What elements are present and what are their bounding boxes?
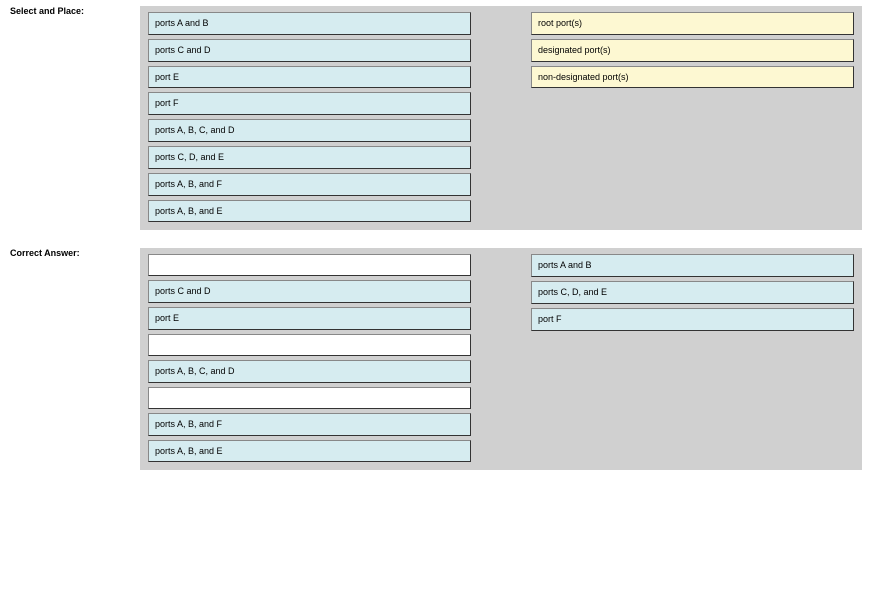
source-item[interactable]: ports A, B, C, and D	[148, 119, 471, 142]
select-place-section: Select and Place: ports A and B ports C …	[10, 6, 862, 230]
answer-target-item: port F	[531, 308, 854, 331]
answer-source-item	[148, 334, 471, 356]
source-item[interactable]: ports A and B	[148, 12, 471, 35]
source-item[interactable]: ports A, B, and F	[148, 173, 471, 196]
correct-answer-panel: ports C and D port E ports A, B, C, and …	[140, 248, 862, 470]
answer-source-item: ports A, B, and F	[148, 413, 471, 436]
answer-target-column: ports A and B ports C, D, and E port F	[531, 254, 854, 462]
answer-source-item: ports C and D	[148, 280, 471, 303]
answer-source-column: ports C and D port E ports A, B, C, and …	[148, 254, 471, 462]
target-slot[interactable]: designated port(s)	[531, 39, 854, 62]
source-item[interactable]: ports C and D	[148, 39, 471, 62]
source-item[interactable]: ports A, B, and E	[148, 200, 471, 223]
target-column: root port(s) designated port(s) non-desi…	[531, 12, 854, 222]
source-item[interactable]: ports C, D, and E	[148, 146, 471, 169]
source-item[interactable]: port E	[148, 66, 471, 89]
correct-answer-label: Correct Answer:	[10, 248, 140, 258]
answer-source-item: ports A, B, C, and D	[148, 360, 471, 383]
source-item[interactable]: port F	[148, 92, 471, 115]
target-slot[interactable]: root port(s)	[531, 12, 854, 35]
select-place-label: Select and Place:	[10, 6, 140, 16]
source-column: ports A and B ports C and D port E port …	[148, 12, 471, 222]
target-slot[interactable]: non-designated port(s)	[531, 66, 854, 89]
select-place-panel: ports A and B ports C and D port E port …	[140, 6, 862, 230]
answer-target-item: ports C, D, and E	[531, 281, 854, 304]
correct-answer-section: Correct Answer: ports C and D port E por…	[10, 248, 862, 470]
answer-source-item	[148, 254, 471, 276]
answer-target-item: ports A and B	[531, 254, 854, 277]
answer-source-item: ports A, B, and E	[148, 440, 471, 463]
answer-source-item: port E	[148, 307, 471, 330]
answer-source-item	[148, 387, 471, 409]
